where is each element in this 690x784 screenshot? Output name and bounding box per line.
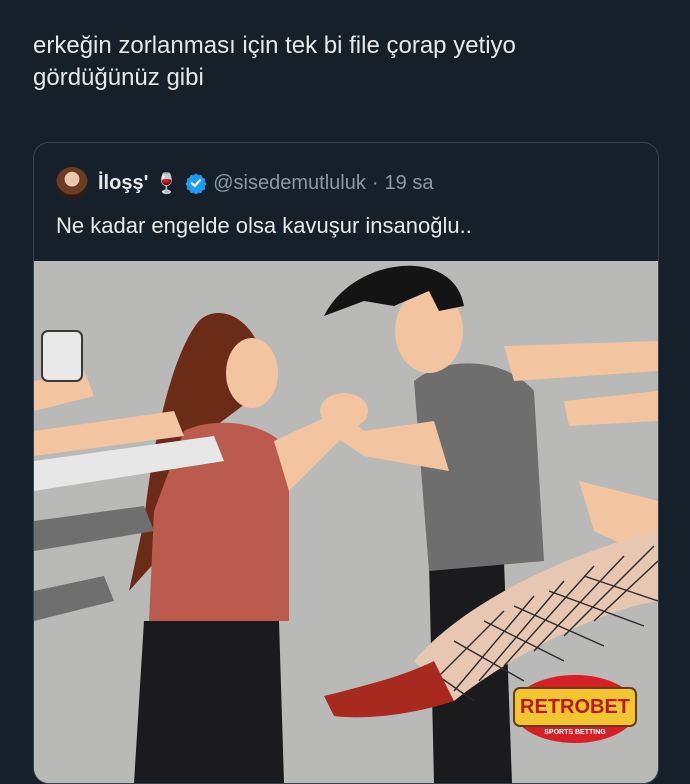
illustration-image[interactable]: RETROBET SPORTS BETTING [34, 261, 658, 783]
retrobet-logo-subtext: SPORTS BETTING [544, 729, 606, 736]
verified-badge-icon [185, 173, 207, 194]
illustration-drawing: RETROBET SPORTS BETTING [34, 261, 658, 783]
post-text: erkeğin zorlanması için tek bi file çora… [33, 32, 516, 91]
avatar[interactable] [56, 167, 88, 199]
wine-glass-icon: 🍷 [154, 172, 180, 195]
retrobet-logo-text: RETROBET [520, 696, 630, 718]
user-handle[interactable]: @sisedemutluluk [213, 172, 366, 195]
display-name[interactable]: İloşş' [98, 172, 148, 195]
retrobet-logo: RETROBET SPORTS BETTING [513, 675, 637, 743]
timestamp[interactable]: 19 sa [385, 172, 434, 195]
quoted-tweet-card[interactable]: İloşş' 🍷 @sisedemutluluk · 19 sa Ne kada… [33, 142, 659, 784]
quoted-tweet-text: Ne kadar engelde olsa kavuşur insanoğlu.… [56, 213, 472, 238]
separator-dot: · [371, 171, 379, 194]
quoted-tweet-header: İloşş' 🍷 @sisedemutluluk · 19 sa [56, 165, 433, 201]
